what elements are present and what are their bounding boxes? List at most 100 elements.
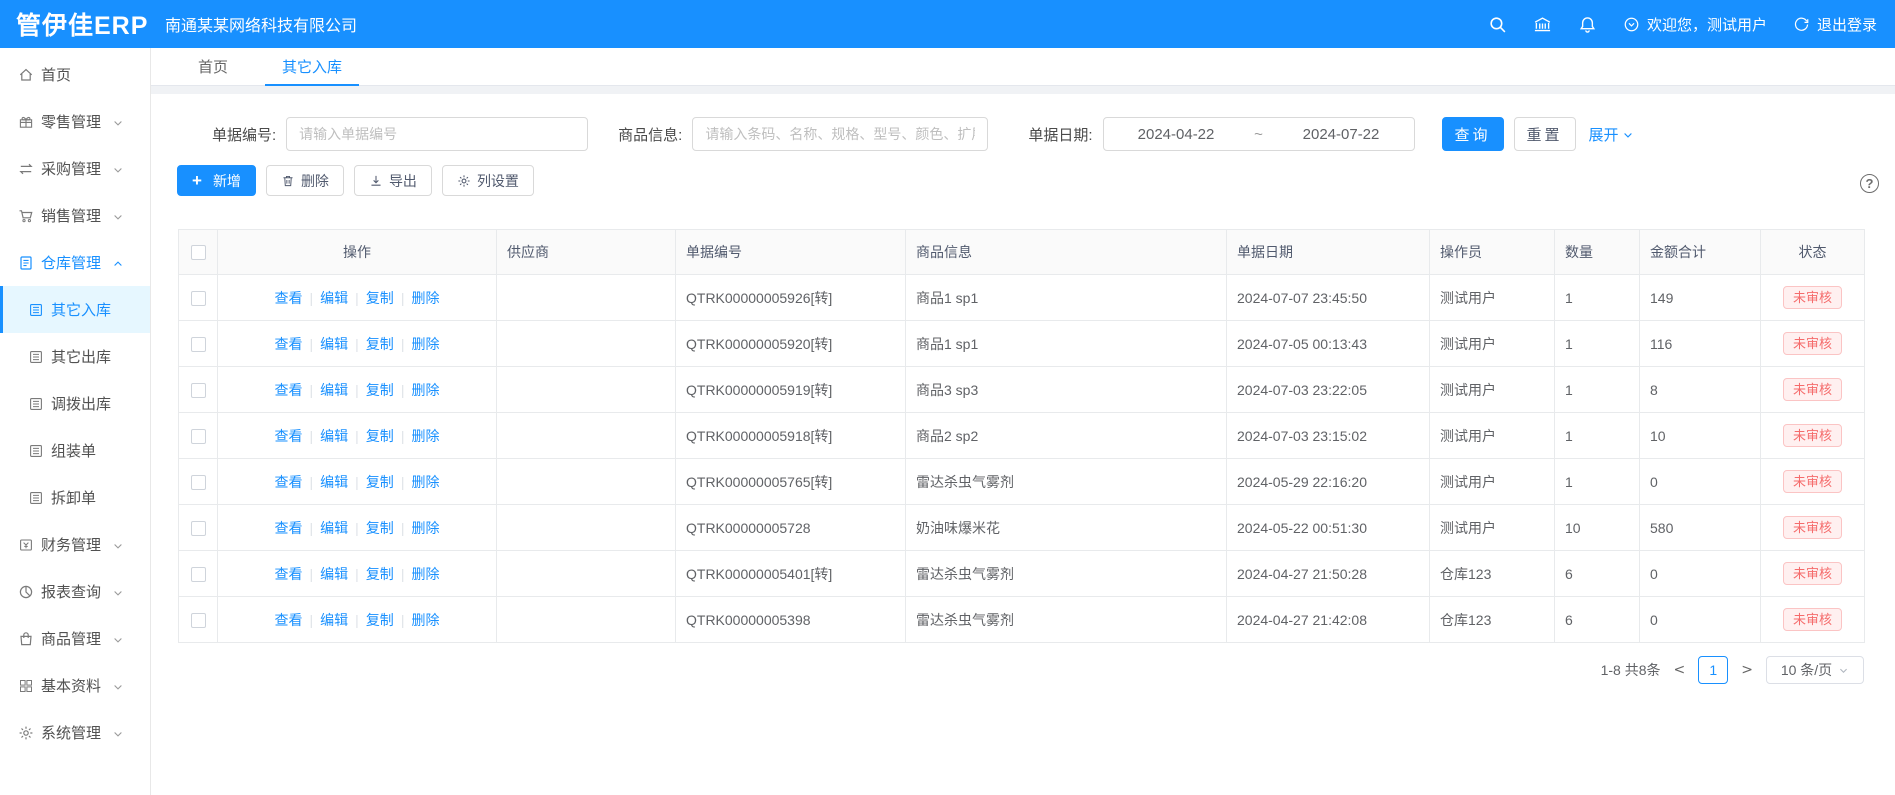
edit-link[interactable]: 编辑 xyxy=(320,290,348,306)
row-checkbox[interactable] xyxy=(191,429,206,444)
delete-link[interactable]: 删除 xyxy=(411,382,439,398)
page-size-value: 10 条/页 xyxy=(1781,660,1832,680)
qty-cell: 1 xyxy=(1555,459,1640,505)
action-separator: | xyxy=(401,474,405,490)
tab-home[interactable]: 首页 xyxy=(171,48,255,85)
row-checkbox[interactable] xyxy=(191,567,206,582)
edit-link[interactable]: 编辑 xyxy=(320,336,348,352)
sidebar-item-sales[interactable]: 销售管理 xyxy=(0,192,150,239)
sidebar-item-system[interactable]: 系统管理 xyxy=(0,709,150,756)
row-checkbox[interactable] xyxy=(191,475,206,490)
view-link[interactable]: 查看 xyxy=(275,474,303,490)
copy-link[interactable]: 复制 xyxy=(366,520,394,536)
copy-link[interactable]: 复制 xyxy=(366,382,394,398)
edit-link[interactable]: 编辑 xyxy=(320,612,348,628)
sidebar-item-basic-data[interactable]: 基本资料 xyxy=(0,662,150,709)
action-separator: | xyxy=(310,520,314,536)
delete-link[interactable]: 删除 xyxy=(411,566,439,582)
view-link[interactable]: 查看 xyxy=(275,566,303,582)
column-header: 状态 xyxy=(1761,230,1865,275)
date-range-picker[interactable]: 2024-04-22 ~ 2024-07-22 xyxy=(1103,117,1415,151)
sidebar-item-goods[interactable]: 商品管理 xyxy=(0,615,150,662)
logout-icon xyxy=(1793,16,1810,33)
other-inbound-panel: 单据编号: 商品信息: 单据日期: 2024-04-22 ~ 2024-07-2… xyxy=(151,94,1895,795)
sidebar-item-label: 报表查询 xyxy=(41,581,101,602)
sidebar-item-purchase[interactable]: 采购管理 xyxy=(0,145,150,192)
export-button[interactable]: 导出 xyxy=(354,165,432,196)
status-badge: 未审核 xyxy=(1783,332,1842,356)
sidebar-subitem-assembly-order[interactable]: 组装单 xyxy=(0,427,150,474)
sidebar-item-finance[interactable]: 财务管理 xyxy=(0,521,150,568)
column-settings-button[interactable]: 列设置 xyxy=(442,165,534,196)
row-checkbox[interactable] xyxy=(191,383,206,398)
sidebar-subitem-other-inbound[interactable]: 其它入库 xyxy=(0,286,150,333)
copy-link[interactable]: 复制 xyxy=(366,428,394,444)
view-link[interactable]: 查看 xyxy=(275,612,303,628)
view-link[interactable]: 查看 xyxy=(275,520,303,536)
view-link[interactable]: 查看 xyxy=(275,382,303,398)
bell-icon[interactable] xyxy=(1578,15,1597,34)
date-end[interactable]: 2024-07-22 xyxy=(1269,126,1414,143)
delete-link[interactable]: 删除 xyxy=(411,428,439,444)
sidebar-item-warehouse[interactable]: 仓库管理 xyxy=(0,239,150,286)
bill-no-input[interactable] xyxy=(286,117,588,151)
table-row: 查看|编辑|复制|删除QTRK00000005919[转]商品3 sp32024… xyxy=(179,367,1865,413)
product-info-input[interactable] xyxy=(692,117,988,151)
edit-link[interactable]: 编辑 xyxy=(320,520,348,536)
copy-link[interactable]: 复制 xyxy=(366,290,394,306)
delete-button[interactable]: 删除 xyxy=(266,165,344,196)
copy-link[interactable]: 复制 xyxy=(366,474,394,490)
row-checkbox[interactable] xyxy=(191,521,206,536)
prev-page-arrow[interactable]: < xyxy=(1672,662,1688,678)
row-checkbox[interactable] xyxy=(191,613,206,628)
sidebar-subitem-transfer-outbound[interactable]: 调拨出库 xyxy=(0,380,150,427)
next-page-arrow[interactable]: > xyxy=(1739,662,1755,678)
add-button[interactable]: + 新增 xyxy=(177,165,256,196)
copy-link[interactable]: 复制 xyxy=(366,336,394,352)
sidebar-item-reports[interactable]: 报表查询 xyxy=(0,568,150,615)
amount-cell: 580 xyxy=(1640,505,1761,551)
sidebar-item-home[interactable]: 首页 xyxy=(0,51,150,98)
help-icon[interactable]: ? xyxy=(1860,174,1879,193)
table-row: 查看|编辑|复制|删除QTRK00000005920[转]商品1 sp12024… xyxy=(179,321,1865,367)
view-link[interactable]: 查看 xyxy=(275,290,303,306)
edit-link[interactable]: 编辑 xyxy=(320,428,348,444)
user-menu[interactable]: 欢迎您，测试用户 xyxy=(1623,14,1767,35)
edit-link[interactable]: 编辑 xyxy=(320,566,348,582)
sidebar-item-label: 其它出库 xyxy=(51,346,111,367)
row-checkbox[interactable] xyxy=(191,337,206,352)
reset-button[interactable]: 重置 xyxy=(1514,117,1576,151)
date-start[interactable]: 2024-04-22 xyxy=(1104,126,1249,143)
expand-toggle[interactable]: 展开 xyxy=(1589,124,1634,145)
action-separator: | xyxy=(401,566,405,582)
edit-link[interactable]: 编辑 xyxy=(320,382,348,398)
supplier-cell xyxy=(497,505,676,551)
tab-other-inbound[interactable]: 其它入库 xyxy=(255,48,369,85)
logout-button[interactable]: 退出登录 xyxy=(1793,14,1877,35)
sidebar-subitem-other-outbound[interactable]: 其它出库 xyxy=(0,333,150,380)
row-actions-cell: 查看|编辑|复制|删除 xyxy=(218,459,497,505)
view-link[interactable]: 查看 xyxy=(275,336,303,352)
delete-link[interactable]: 删除 xyxy=(411,474,439,490)
select-all-checkbox[interactable] xyxy=(191,245,206,260)
sidebar-item-label: 首页 xyxy=(41,64,71,85)
row-checkbox[interactable] xyxy=(191,291,206,306)
page-size-select[interactable]: 10 条/页 xyxy=(1766,656,1864,684)
copy-link[interactable]: 复制 xyxy=(366,566,394,582)
delete-link[interactable]: 删除 xyxy=(411,336,439,352)
delete-link[interactable]: 删除 xyxy=(411,520,439,536)
view-link[interactable]: 查看 xyxy=(275,428,303,444)
delete-link[interactable]: 删除 xyxy=(411,612,439,628)
amount-cell: 0 xyxy=(1640,459,1761,505)
search-icon[interactable] xyxy=(1488,15,1507,34)
chevron-down-icon xyxy=(112,116,124,128)
copy-link[interactable]: 复制 xyxy=(366,612,394,628)
delete-link[interactable]: 删除 xyxy=(411,290,439,306)
search-button[interactable]: 查询 xyxy=(1442,117,1504,151)
edit-link[interactable]: 编辑 xyxy=(320,474,348,490)
sidebar-item-retail[interactable]: 零售管理 xyxy=(0,98,150,145)
page-number[interactable]: 1 xyxy=(1698,656,1728,684)
sidebar-subitem-disassembly-order[interactable]: 拆卸单 xyxy=(0,474,150,521)
bank-icon[interactable] xyxy=(1533,15,1552,34)
operator-cell: 仓库123 xyxy=(1430,551,1555,597)
